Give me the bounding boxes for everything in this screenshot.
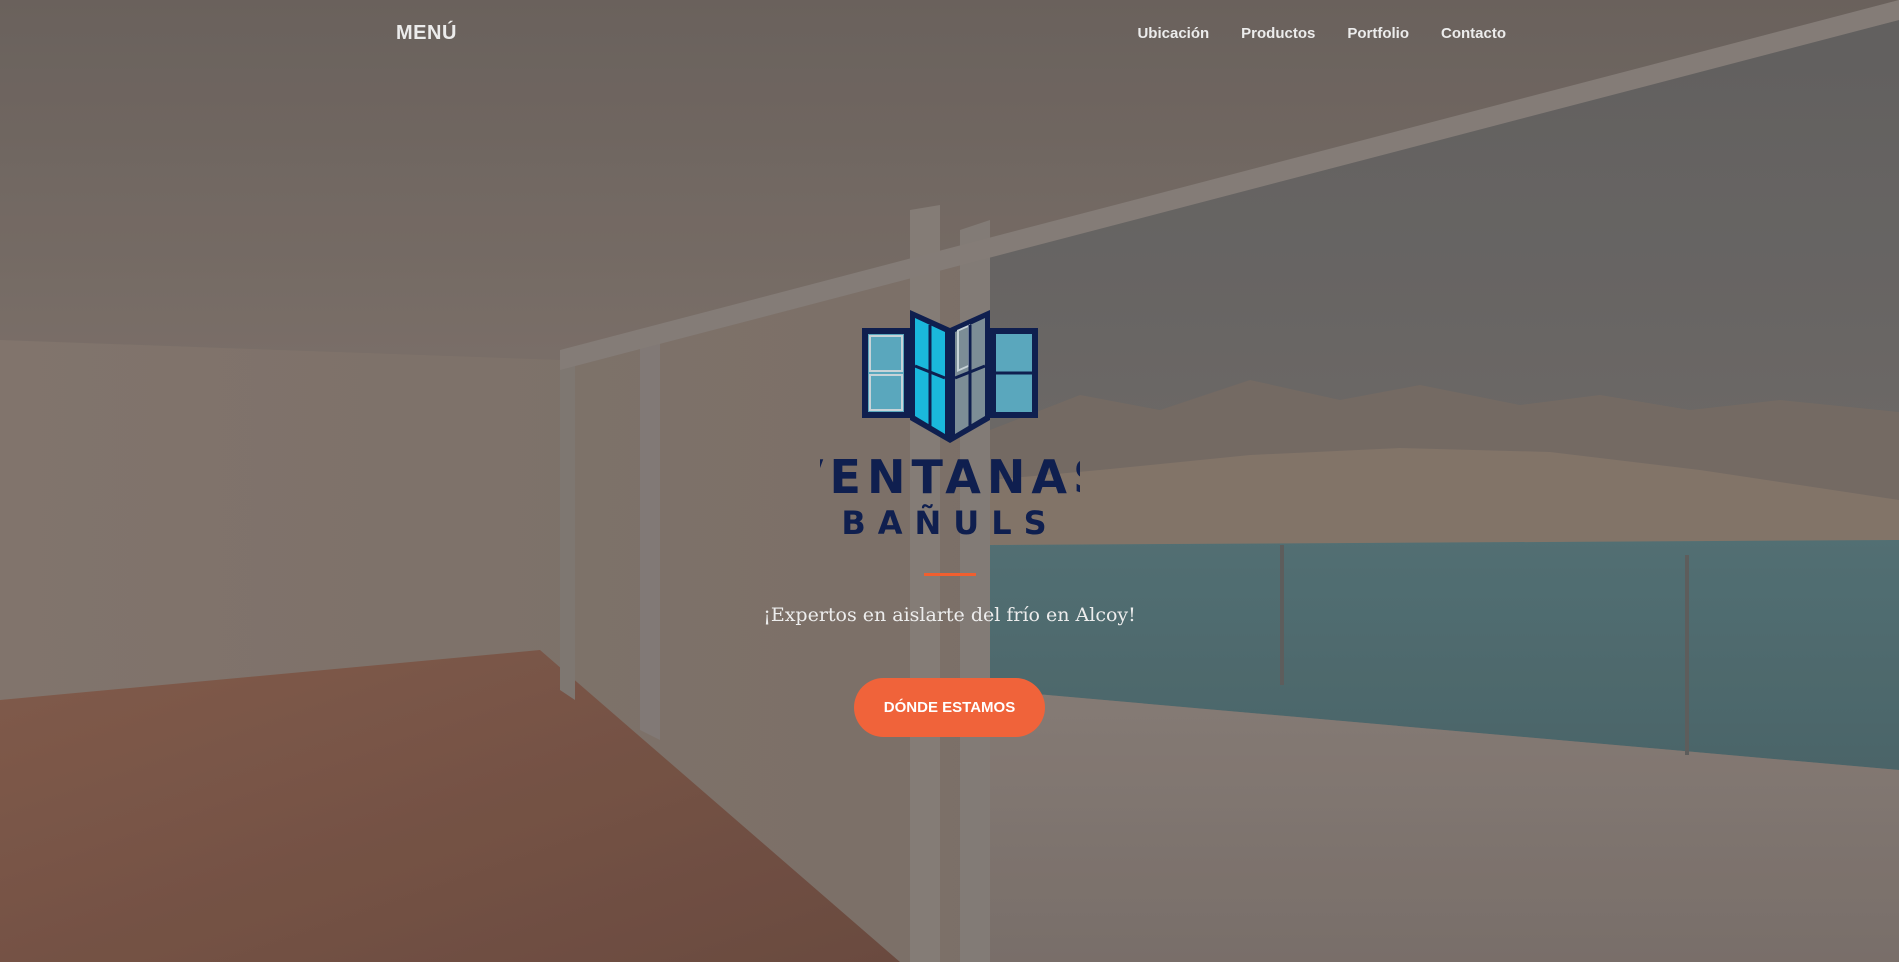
logo-text-line2: BAÑULS xyxy=(841,504,1058,542)
nav-link-portfolio[interactable]: Portfolio xyxy=(1347,25,1409,42)
hero-content: VENTANAS BAÑULS ¡Expertos en aislarte de… xyxy=(0,298,1899,737)
nav-link-ubicacion[interactable]: Ubicación xyxy=(1137,25,1209,42)
accent-divider xyxy=(923,573,976,576)
donde-estamos-button[interactable]: DÓNDE ESTAMOS xyxy=(854,678,1045,737)
nav-links: Ubicación Productos Portfolio Contacto xyxy=(1137,25,1506,42)
top-navbar: MENÚ Ubicación Productos Portfolio Conta… xyxy=(0,0,1899,70)
menu-toggle[interactable]: MENÚ xyxy=(396,22,457,45)
hero-section: MENÚ Ubicación Productos Portfolio Conta… xyxy=(0,0,1899,962)
logo-text-line1: VENTANAS xyxy=(820,450,1080,504)
nav-link-productos[interactable]: Productos xyxy=(1241,25,1315,42)
hero-tagline: ¡Expertos en aislarte del frío en Alcoy! xyxy=(763,604,1136,626)
nav-link-contacto[interactable]: Contacto xyxy=(1441,25,1506,42)
ventanas-banuls-logo: VENTANAS BAÑULS xyxy=(820,310,1080,542)
